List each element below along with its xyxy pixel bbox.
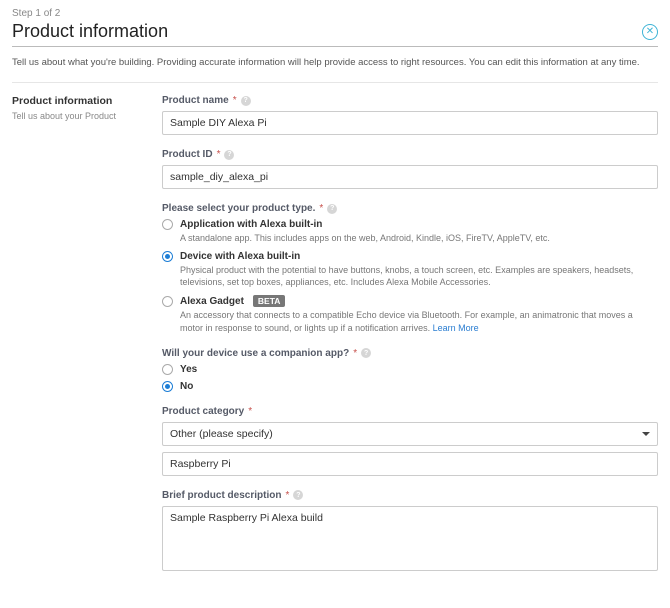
close-icon: ✕ — [646, 26, 654, 37]
product-name-input[interactable] — [162, 111, 658, 135]
required-marker: * — [248, 406, 252, 417]
radio-companion-no[interactable] — [162, 381, 173, 392]
description-label: Brief product description — [162, 490, 281, 501]
sidebar-heading: Product information — [12, 95, 142, 107]
help-icon[interactable]: ? — [241, 96, 251, 106]
product-name-label: Product name — [162, 95, 229, 106]
radio-device-label: Device with Alexa built-in — [180, 251, 300, 262]
radio-application-desc: A standalone app. This includes apps on … — [180, 232, 658, 244]
required-marker: * — [285, 490, 289, 501]
required-marker: * — [353, 348, 357, 359]
page-title: Product information — [12, 21, 168, 42]
chevron-down-icon — [642, 432, 650, 436]
product-category-select[interactable]: Other (please specify) — [162, 422, 658, 446]
radio-companion-yes-label: Yes — [180, 364, 197, 375]
help-icon[interactable]: ? — [293, 490, 303, 500]
radio-gadget-label: Alexa Gadget — [180, 296, 244, 307]
product-category-selected: Other (please specify) — [170, 428, 273, 440]
description-textarea[interactable] — [162, 506, 658, 571]
close-button[interactable]: ✕ — [642, 24, 658, 40]
sidebar: Product information Tell us about your P… — [12, 95, 142, 588]
radio-gadget-desc: An accessory that connects to a compatib… — [180, 309, 658, 333]
sidebar-sub: Tell us about your Product — [12, 111, 142, 121]
learn-more-link[interactable]: Learn More — [433, 323, 479, 333]
radio-companion-yes[interactable] — [162, 364, 173, 375]
required-marker: * — [217, 149, 221, 160]
product-type-label: Please select your product type. — [162, 203, 315, 214]
radio-gadget[interactable] — [162, 296, 173, 307]
required-marker: * — [319, 203, 323, 214]
help-icon[interactable]: ? — [327, 204, 337, 214]
help-icon[interactable]: ? — [361, 348, 371, 358]
intro-text: Tell us about what you're building. Prov… — [12, 57, 658, 68]
product-category-label: Product category — [162, 406, 244, 417]
required-marker: * — [233, 95, 237, 106]
help-icon[interactable]: ? — [224, 150, 234, 160]
companion-app-label: Will your device use a companion app? — [162, 348, 349, 359]
radio-gadget-desc-text: An accessory that connects to a compatib… — [180, 310, 633, 332]
radio-application[interactable] — [162, 219, 173, 230]
radio-application-label: Application with Alexa built-in — [180, 219, 322, 230]
step-indicator: Step 1 of 2 — [12, 8, 658, 19]
radio-device[interactable] — [162, 251, 173, 262]
beta-badge: BETA — [253, 295, 286, 307]
radio-device-desc: Physical product with the potential to h… — [180, 264, 658, 288]
radio-companion-no-label: No — [180, 381, 193, 392]
product-id-label: Product ID — [162, 149, 213, 160]
product-category-other-input[interactable] — [162, 452, 658, 476]
product-id-input[interactable] — [162, 165, 658, 189]
